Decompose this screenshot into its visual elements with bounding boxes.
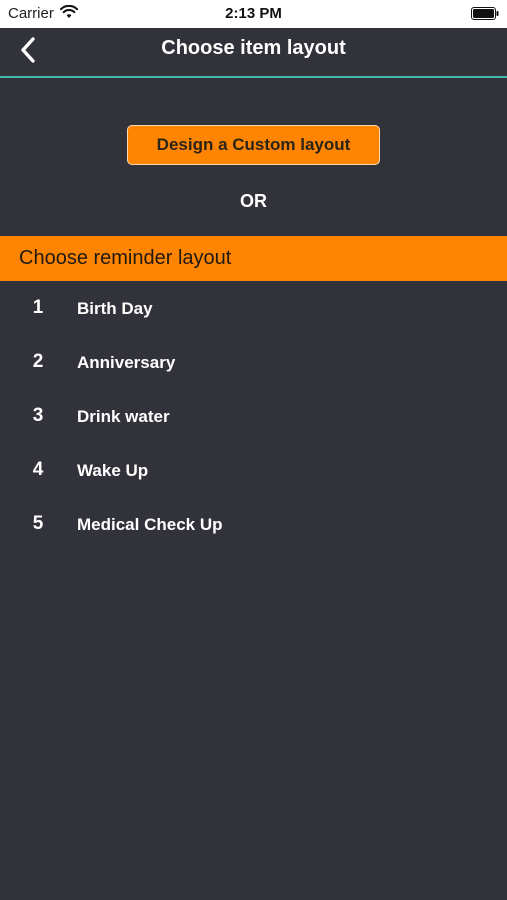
item-label: Anniversary xyxy=(77,353,176,372)
list-item[interactable]: 3 Drink water xyxy=(0,389,507,443)
list-item[interactable]: 4 Wake Up xyxy=(0,443,507,497)
list-item[interactable]: 1 Birth Day xyxy=(0,281,507,335)
page-title: Choose item layout xyxy=(161,37,346,59)
battery-icon xyxy=(471,7,499,20)
item-number: 1 xyxy=(32,297,44,318)
list-item[interactable]: 2 Anniversary xyxy=(0,335,507,389)
item-number: 3 xyxy=(32,405,44,426)
section-header: Choose reminder layout xyxy=(0,236,507,281)
item-label: Medical Check Up xyxy=(77,515,223,534)
item-number: 2 xyxy=(32,351,44,372)
item-number: 4 xyxy=(32,459,44,480)
nav-divider xyxy=(0,76,507,78)
status-bar: Carrier 2:13 PM xyxy=(0,0,507,28)
list-item[interactable]: 5 Medical Check Up xyxy=(0,497,507,551)
item-number: 5 xyxy=(32,513,44,534)
status-time: 2:13 PM xyxy=(225,5,282,22)
screen: Carrier 2:13 PM Choose item layout Desig… xyxy=(0,0,507,900)
design-custom-layout-button[interactable]: Design a Custom layout xyxy=(127,125,380,165)
item-label: Wake Up xyxy=(77,461,149,480)
item-label: Birth Day xyxy=(77,299,153,318)
or-label: OR xyxy=(240,191,267,211)
item-label: Drink water xyxy=(77,407,170,426)
navigation-bar: Choose item layout xyxy=(0,28,507,76)
layout-list: 1 Birth Day 2 Anniversary 3 Drink water … xyxy=(0,281,507,551)
